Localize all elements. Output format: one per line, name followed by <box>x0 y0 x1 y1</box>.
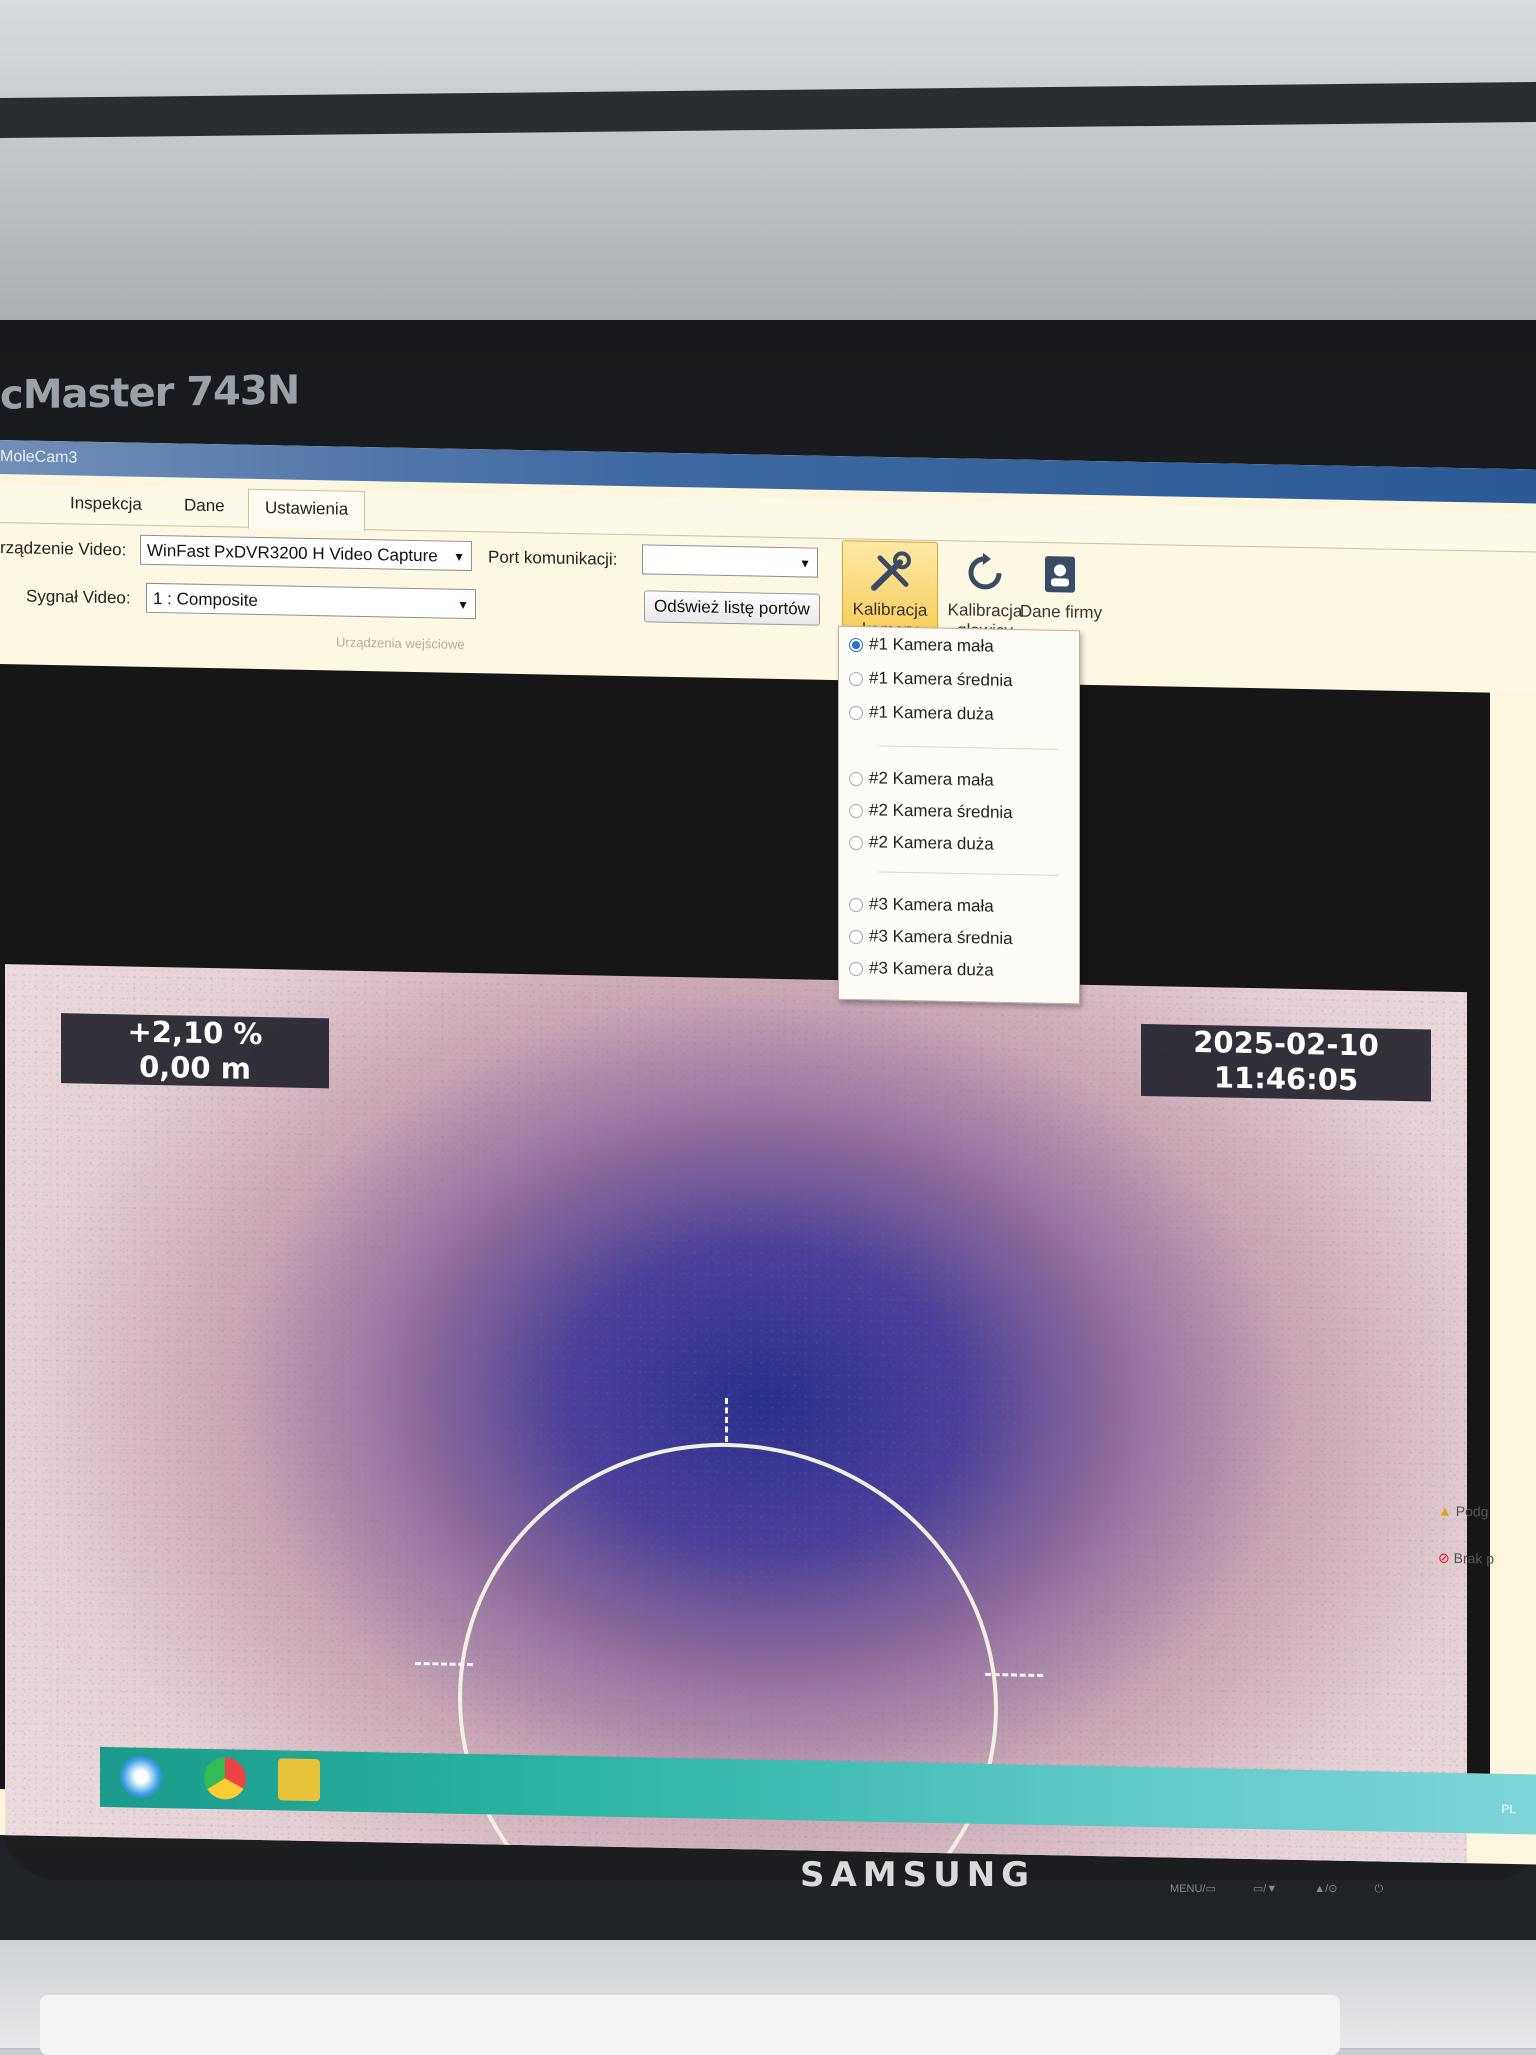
chevron-down-icon: ▼ <box>799 556 811 571</box>
monitor-model-label: cMaster 743N <box>0 367 300 419</box>
chrome-icon[interactable] <box>204 1756 246 1800</box>
radio-icon <box>849 705 863 720</box>
menu-item-cam2-large[interactable]: #2 Kamera duża <box>849 829 994 858</box>
video-signal-label: Sygnał Video: <box>26 586 131 608</box>
monitor-button-labels: MENU/▭ ▭/▼ ▲/⊙ ⏻ <box>1170 1883 1384 1895</box>
datetime-overlay: 2025-02-10 11:46:05 <box>1141 1023 1431 1102</box>
menu-item-cam3-large[interactable]: #3 Kamera duża <box>849 955 994 984</box>
video-signal-value: 1 : Composite <box>153 588 258 610</box>
video-frame: +2,10 % 0,00 m 2025-02-10 11:46:05 <box>0 664 1490 1865</box>
side-item-podgl[interactable]: ▲ Podg <box>1438 1503 1488 1520</box>
tab-dane[interactable]: Dane <box>184 496 225 517</box>
video-feed: +2,10 % 0,00 m 2025-02-10 11:46:05 <box>5 964 1467 1865</box>
time-value: 11:46:05 <box>1213 1060 1359 1098</box>
tab-inspekcja[interactable]: Inspekcja <box>70 493 142 514</box>
start-button-icon[interactable] <box>120 1755 162 1799</box>
radio-icon <box>849 803 863 818</box>
desk-keyboard <box>40 1995 1340 2055</box>
side-item-podgl-label: Podg <box>1455 1502 1489 1520</box>
menu-item-cam3-small[interactable]: #3 Kamera mała <box>849 891 994 920</box>
radio-icon <box>849 929 863 944</box>
video-device-label: rządzenie Video: <box>0 538 127 560</box>
crosshair-top <box>725 1397 728 1442</box>
menu-item-cam2-medium[interactable]: #2 Kamera średnia <box>849 797 1013 826</box>
group-caption: Urządzenia wejściowe <box>336 634 465 652</box>
molecam-taskbar-icon[interactable] <box>278 1758 320 1802</box>
no-entry-icon: ⊘ <box>1438 1549 1450 1566</box>
video-device-select[interactable]: WinFast PxDVR3200 H Video Capture ▼ <box>140 534 472 572</box>
menu-item-label: #1 Kamera duża <box>869 702 994 724</box>
menu-item-cam1-medium[interactable]: #1 Kamera średnia <box>849 665 1013 694</box>
radio-icon <box>849 897 863 912</box>
side-item-brak-label: Brak p <box>1453 1549 1495 1567</box>
menu-item-label: #3 Kamera średnia <box>869 926 1013 949</box>
background-wall <box>0 0 1536 330</box>
menu-item-label: #1 Kamera mała <box>869 634 994 656</box>
tools-icon <box>871 551 911 591</box>
menu-item-cam3-medium[interactable]: #3 Kamera średnia <box>849 923 1013 952</box>
menu-item-label: #3 Kamera mała <box>869 894 994 916</box>
radio-icon <box>849 671 863 686</box>
window-title: MoleCam3 <box>0 448 78 467</box>
camera-calibration-menu: #1 Kamera mała #1 Kamera średnia #1 Kame… <box>838 625 1080 1005</box>
warning-person-icon: ▲ <box>1438 1502 1452 1519</box>
menu-item-label: #3 Kamera duża <box>869 958 994 980</box>
app-screen: MoleCam3 Inspekcja Dane Ustawienia rządz… <box>0 440 1536 1865</box>
radio-icon <box>849 961 863 976</box>
video-device-value: WinFast PxDVR3200 H Video Capture <box>147 540 438 566</box>
date-value: 2025-02-10 <box>1193 1024 1379 1063</box>
tray-language[interactable]: PL <box>1501 1802 1516 1816</box>
refresh-ports-button[interactable]: Odśwież listę portów <box>644 590 820 626</box>
menu-separator <box>879 745 1059 750</box>
radio-selected-icon <box>849 637 863 652</box>
radio-icon <box>849 771 863 786</box>
menu-item-label: #2 Kamera średnia <box>869 800 1013 823</box>
chevron-down-icon: ▼ <box>453 549 465 564</box>
menu-item-label: #2 Kamera mała <box>869 768 994 790</box>
menu-item-label: #1 Kamera średnia <box>869 668 1013 691</box>
video-signal-select[interactable]: 1 : Composite ▼ <box>146 582 476 620</box>
chevron-down-icon: ▼ <box>457 597 469 613</box>
menu-item-cam2-small[interactable]: #2 Kamera mała <box>849 765 994 794</box>
refresh-icon <box>968 552 1002 590</box>
port-select[interactable]: ▼ <box>642 544 818 578</box>
port-label: Port komunikacji: <box>488 547 618 569</box>
right-side-panel <box>1490 692 1536 1819</box>
side-item-brak[interactable]: ⊘ Brak p <box>1438 1550 1494 1568</box>
incline-value: +2,10 % <box>127 1014 263 1052</box>
distance-value: 0,00 m <box>139 1049 251 1086</box>
monitor-brand-logo: SAMSUNG <box>800 1855 1036 1895</box>
company-data-label: Dane firmy <box>1019 601 1103 623</box>
menu-separator <box>879 871 1059 876</box>
incline-distance-overlay: +2,10 % 0,00 m <box>61 1013 329 1089</box>
radio-icon <box>849 835 863 850</box>
menu-item-cam1-large[interactable]: #1 Kamera duża <box>849 699 994 728</box>
contact-card-icon <box>1045 556 1075 593</box>
menu-item-cam1-small[interactable]: #1 Kamera mała <box>849 631 994 660</box>
menu-item-label: #2 Kamera duża <box>869 832 994 854</box>
